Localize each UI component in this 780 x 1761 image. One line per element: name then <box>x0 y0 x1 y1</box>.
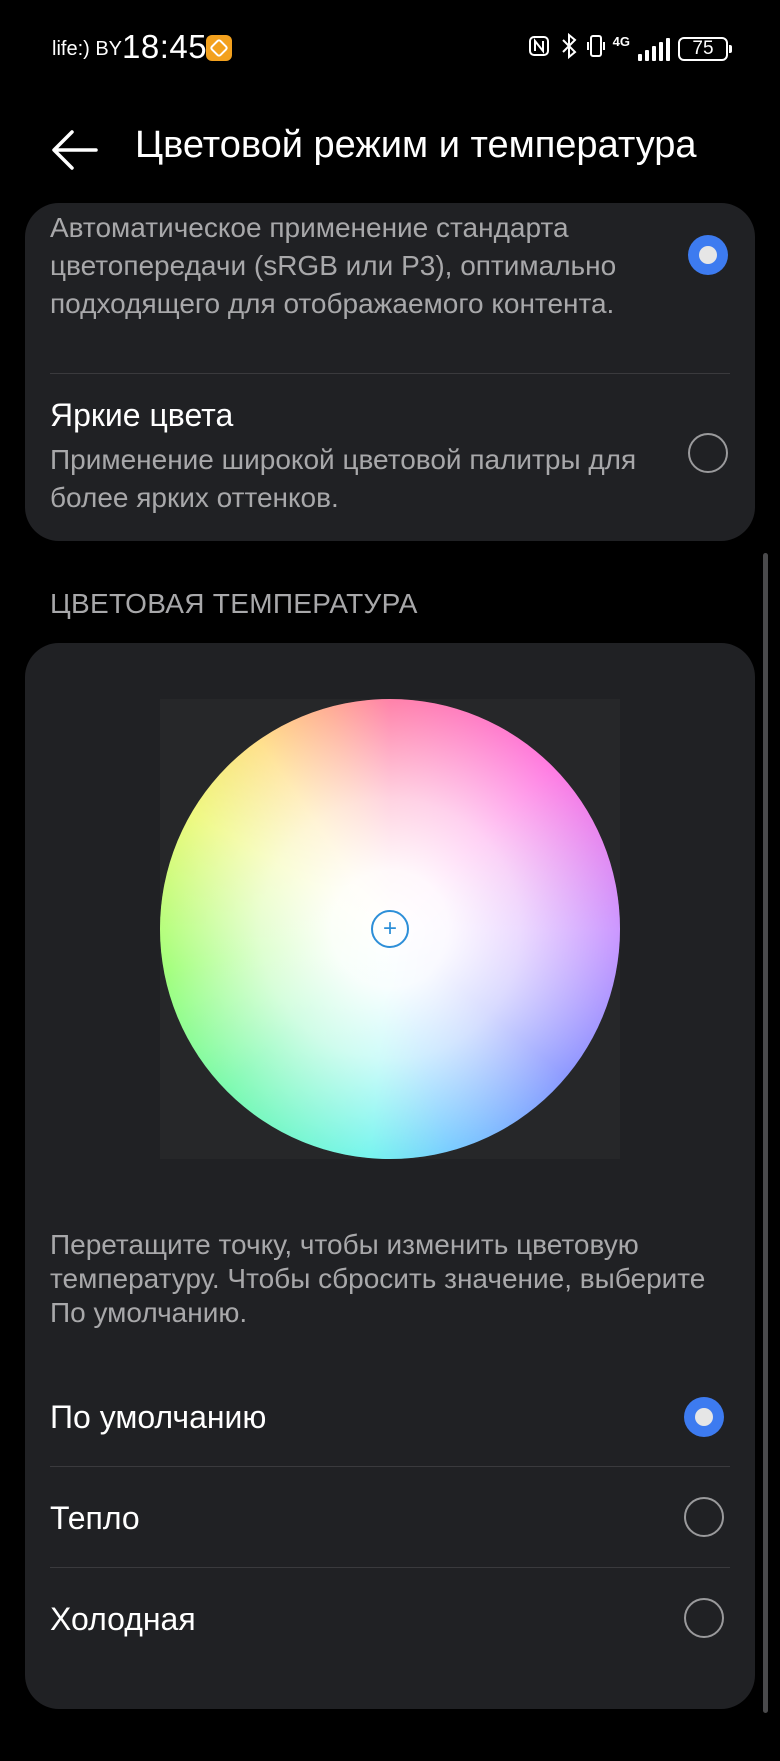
bluetooth-icon <box>559 32 579 65</box>
radio-standard[interactable] <box>688 235 728 275</box>
color-temperature-card: + Перетащите точку, чтобы изменить цвето… <box>25 643 755 1709</box>
status-bar: life:) BY 18:45 4G 75 <box>0 0 780 100</box>
network-type-label: 4G <box>612 33 630 49</box>
nfc-icon <box>527 34 551 64</box>
plus-icon: + <box>382 915 397 942</box>
radio-vivid[interactable] <box>688 433 728 473</box>
battery-level: 75 <box>692 38 714 59</box>
radio-cool[interactable] <box>684 1598 724 1638</box>
page-title: Цветовой режим и температура <box>135 124 697 166</box>
battery-icon: 75 <box>678 37 732 61</box>
color-wheel-area: + <box>160 699 620 1159</box>
system-icons: 4G 75 <box>527 32 732 65</box>
app-notification-icon <box>206 35 232 61</box>
radio-default[interactable] <box>684 1397 724 1437</box>
option-description: Применение широкой цветовой палитры для … <box>50 444 637 513</box>
option-label: Тепло <box>50 1500 140 1536</box>
option-label: По умолчанию <box>50 1399 267 1435</box>
color-wheel-handle[interactable]: + <box>371 910 409 948</box>
carrier-label: life:) BY <box>52 38 123 60</box>
arrow-left-icon <box>52 130 98 170</box>
radio-warm[interactable] <box>684 1497 724 1537</box>
section-heading-color-temperature: ЦВЕТОВАЯ ТЕМПЕРАТУРА <box>50 588 418 619</box>
divider <box>50 373 730 374</box>
scrollbar[interactable] <box>763 553 768 1713</box>
signal-icon <box>638 37 670 61</box>
option-title: Яркие цвета <box>50 397 234 433</box>
status-clock: 18:45 <box>122 28 208 65</box>
option-description: Автоматическое применение стандарта цвет… <box>50 212 617 319</box>
divider <box>50 1466 730 1467</box>
back-button[interactable] <box>46 122 102 178</box>
header: Цветовой режим и температура <box>0 110 780 190</box>
option-label: Холодная <box>50 1601 196 1637</box>
color-mode-card: Автоматическое применение стандарта цвет… <box>25 203 755 541</box>
vibrate-icon <box>586 33 605 65</box>
color-temperature-hint: Перетащите точку, чтобы изменить цветову… <box>50 1229 706 1328</box>
divider <box>50 1567 730 1568</box>
